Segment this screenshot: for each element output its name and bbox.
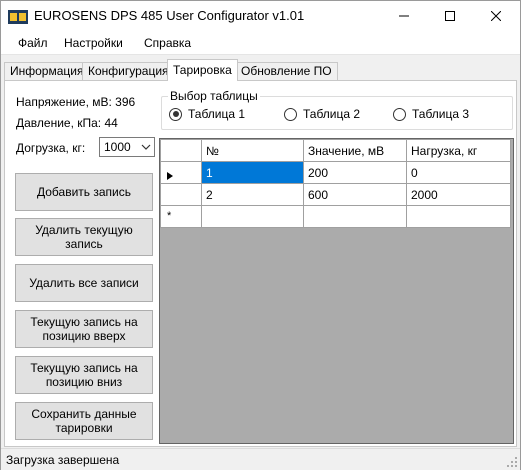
close-icon [491,11,501,21]
tab-config[interactable]: Конфигурация [82,62,175,80]
status-bar: Загрузка завершена [1,448,520,470]
table-row[interactable]: 2 600 2000 [160,183,511,206]
table-select-title: Выбор таблицы [168,89,260,103]
table-row[interactable]: 1 200 0 [160,161,511,184]
app-window: EUROSENS DPS 485 User Configurator v1.01… [0,0,521,470]
chevron-down-icon [141,144,151,150]
status-text: Загрузка завершена [6,453,120,467]
current-row-icon [167,169,173,183]
save-calibration-button[interactable]: Сохранить данные тарировки [15,402,153,440]
row-header-corner [160,139,202,162]
radio-table-1[interactable]: Таблица 1 [169,107,245,121]
delete-all-records-button[interactable]: Удалить все записи [15,264,153,302]
minimize-icon [399,15,409,17]
app-icon [8,10,28,24]
menu-settings[interactable]: Настройки [64,36,123,50]
table-select-group: Выбор таблицы Таблица 1 Таблица 2 Таблиц… [161,89,513,130]
load-select[interactable]: 1000 [99,137,155,157]
close-button[interactable] [473,1,519,31]
table-cell[interactable]: 0 [406,161,511,184]
radio-table-3[interactable]: Таблица 3 [393,107,469,121]
load-label: Догрузка, кг: [16,141,86,155]
radio-unchecked-icon [393,107,406,121]
row-header[interactable] [160,183,202,206]
menu-bar: Файл Настройки Справка [1,31,520,55]
menu-help[interactable]: Справка [144,36,191,50]
row-header[interactable] [160,161,202,184]
radio-table-3-label: Таблица 3 [412,107,470,121]
move-record-down-button[interactable]: Текущую запись на позицию вниз [15,356,153,394]
add-record-button[interactable]: Добавить запись [15,173,153,211]
tab-firmware-update[interactable]: Обновление ПО [235,62,338,80]
window-title: EUROSENS DPS 485 User Configurator v1.01 [34,8,305,23]
delete-current-record-button[interactable]: Удалить текущую запись [15,218,153,256]
voltage-readout: Напряжение, мВ: 396 [16,95,136,109]
table-cell[interactable]: 1 [201,161,304,184]
tab-info[interactable]: Информация [4,62,90,80]
radio-checked-icon [169,107,182,121]
tab-calibration[interactable]: Тарировка [167,59,238,81]
pressure-readout: Давление, кПа: 44 [16,116,118,130]
calibration-table: № Значение, мВ Нагрузка, кг 1 200 0 2 60… [160,139,511,228]
maximize-button[interactable] [427,1,473,31]
radio-unchecked-icon [284,107,297,121]
table-cell[interactable]: 2000 [406,183,511,206]
column-header-number[interactable]: № [201,139,304,162]
maximize-icon [445,11,455,21]
tab-strip: Информация Конфигурация Тарировка Обновл… [1,59,520,81]
table-header-row: № Значение, мВ Нагрузка, кг [160,139,511,162]
column-header-value[interactable]: Значение, мВ [303,139,407,162]
column-header-load[interactable]: Нагрузка, кг [406,139,511,162]
table-cell[interactable]: 600 [303,183,407,206]
title-bar: EUROSENS DPS 485 User Configurator v1.01 [1,1,520,31]
load-select-value: 1000 [104,140,131,154]
table-cell[interactable]: 200 [303,161,407,184]
radio-table-2[interactable]: Таблица 2 [284,107,360,121]
table-cell[interactable] [201,205,304,228]
calibration-panel: Напряжение, мВ: 396 Давление, кПа: 44 До… [4,80,517,447]
row-header[interactable]: * [160,205,202,228]
radio-table-1-label: Таблица 1 [188,107,246,121]
table-cell[interactable] [303,205,407,228]
new-row-icon: * [167,210,172,222]
table-cell[interactable] [406,205,511,228]
minimize-button[interactable] [381,1,427,31]
move-record-up-button[interactable]: Текущую запись на позицию вверх [15,310,153,348]
menu-file[interactable]: Файл [18,36,48,50]
radio-table-2-label: Таблица 2 [303,107,361,121]
resize-grip-icon[interactable] [506,456,518,468]
table-cell[interactable]: 2 [201,183,304,206]
calibration-grid[interactable]: № Значение, мВ Нагрузка, кг 1 200 0 2 60… [159,138,514,444]
new-row[interactable]: * [160,205,511,228]
